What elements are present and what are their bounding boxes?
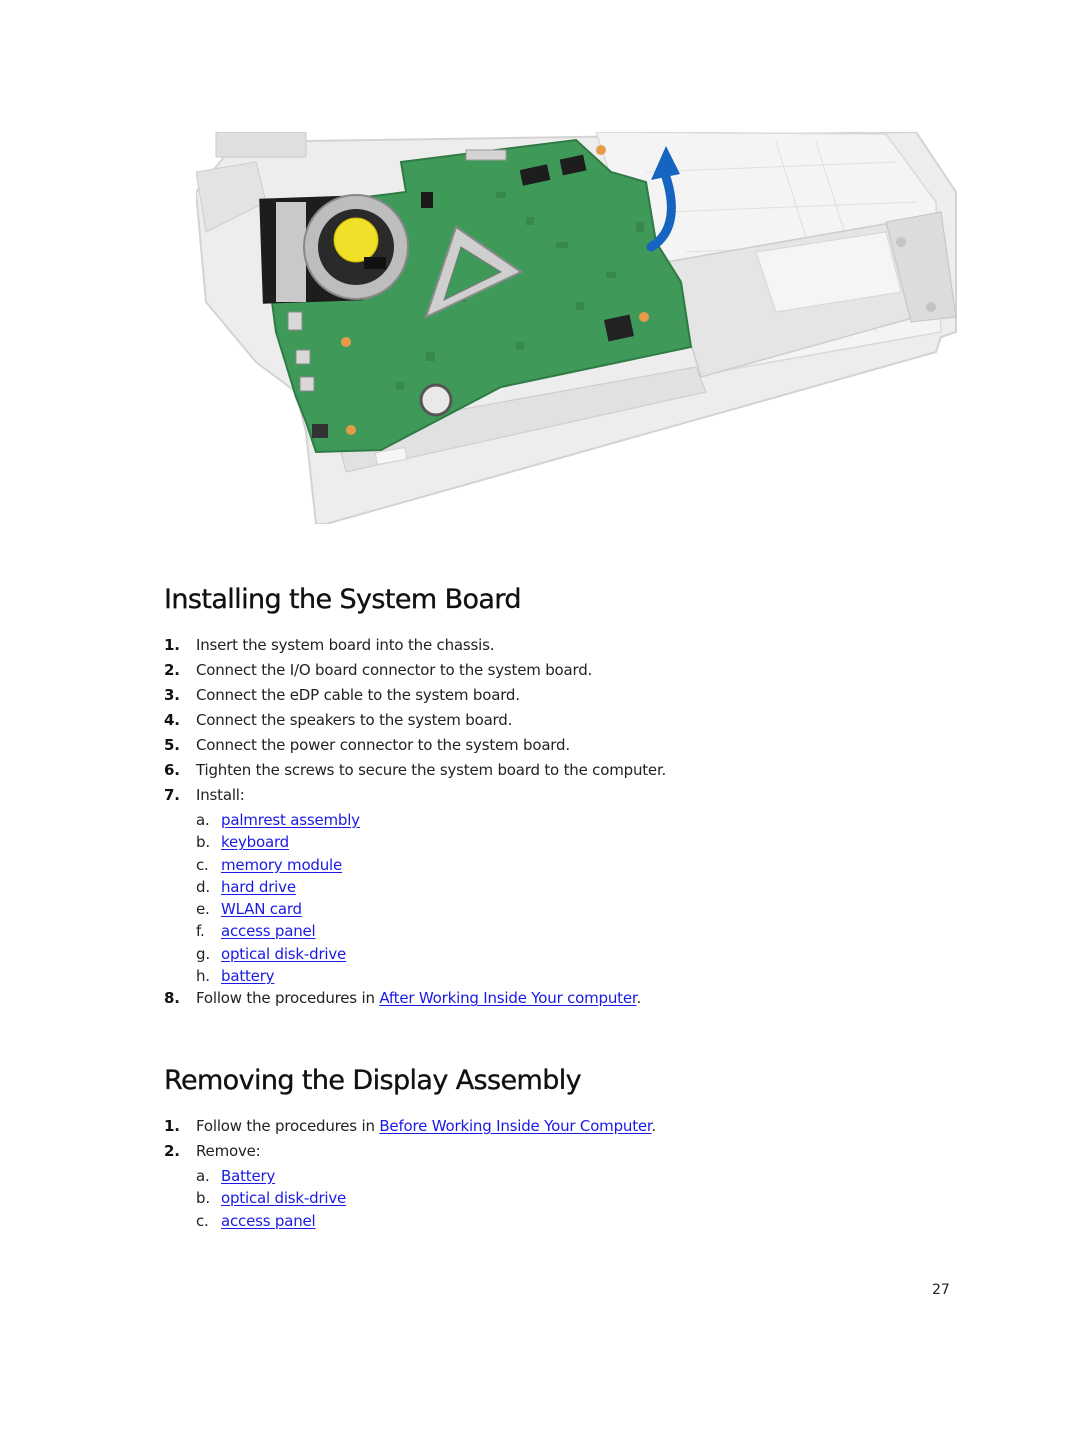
item-letter: e. [196, 900, 210, 919]
step-number: 2. [164, 1142, 180, 1160]
step-number: 7. [164, 786, 180, 804]
item-letter: g. [196, 944, 210, 963]
step-text: Insert the system board into the chassis… [196, 636, 495, 654]
item-letter: a. [196, 1167, 210, 1185]
item-letter: a. [196, 811, 210, 829]
step-number: 2. [164, 661, 180, 679]
link-keyboard[interactable]: keyboard [221, 832, 289, 852]
link-optical-disk-drive[interactable]: optical disk-drive [221, 1188, 346, 1208]
step-number: 4. [164, 711, 180, 729]
step-text: Follow the procedures in After Working I… [196, 988, 641, 1008]
item-letter: d. [196, 877, 210, 896]
item-letter: c. [196, 855, 209, 874]
system-board-image [196, 132, 957, 524]
step-number: 3. [164, 686, 180, 704]
step-number: 1. [164, 1117, 180, 1135]
step-text: Remove: [196, 1142, 261, 1160]
item-letter: f. [196, 922, 205, 941]
link-battery[interactable]: Battery [221, 1166, 275, 1186]
step-number: 5. [164, 736, 180, 754]
link-wlan-card[interactable]: WLAN card [221, 899, 302, 919]
step-text: Install: [196, 786, 245, 804]
item-letter: h. [196, 967, 210, 986]
item-letter: b. [196, 1189, 210, 1208]
link-access-panel[interactable]: access panel [221, 921, 316, 941]
step-text: Connect the speakers to the system board… [196, 711, 513, 729]
link-memory-module[interactable]: memory module [221, 855, 342, 875]
link-after-working-inside-your-computer[interactable]: After Working Inside Your computer [379, 989, 636, 1007]
page-number: 27 [932, 1282, 950, 1298]
step-number: 6. [164, 761, 180, 779]
step-number: 1. [164, 636, 180, 654]
step-text: Connect the eDP cable to the system boar… [196, 686, 520, 704]
section-title-installing-system-board: Installing the System Board [164, 584, 522, 615]
step-text-prefix: Follow the procedures in [196, 1117, 380, 1135]
section-title-removing-display-assembly: Removing the Display Assembly [164, 1065, 582, 1096]
link-before-working-inside-your-computer[interactable]: Before Working Inside Your Computer [379, 1117, 651, 1135]
step-text: Connect the I/O board connector to the s… [196, 661, 593, 679]
link-hard-drive[interactable]: hard drive [221, 877, 296, 897]
item-letter: b. [196, 833, 210, 852]
step-number: 8. [164, 989, 180, 1008]
step-text: Connect the power connector to the syste… [196, 736, 570, 754]
link-palmrest-assembly[interactable]: palmrest assembly [221, 810, 360, 830]
link-battery[interactable]: battery [221, 966, 275, 986]
system-board-illustration [196, 132, 978, 524]
step-text-suffix: . [651, 1117, 657, 1135]
step-text: Follow the procedures in Before Working … [196, 1116, 656, 1136]
step-text: Tighten the screws to secure the system … [196, 761, 667, 779]
link-access-panel[interactable]: access panel [221, 1211, 316, 1231]
step-text-prefix: Follow the procedures in [196, 989, 380, 1008]
link-optical-disk-drive[interactable]: optical disk-drive [221, 944, 346, 964]
item-letter: c. [196, 1211, 209, 1230]
step-text-suffix: . [636, 989, 642, 1008]
